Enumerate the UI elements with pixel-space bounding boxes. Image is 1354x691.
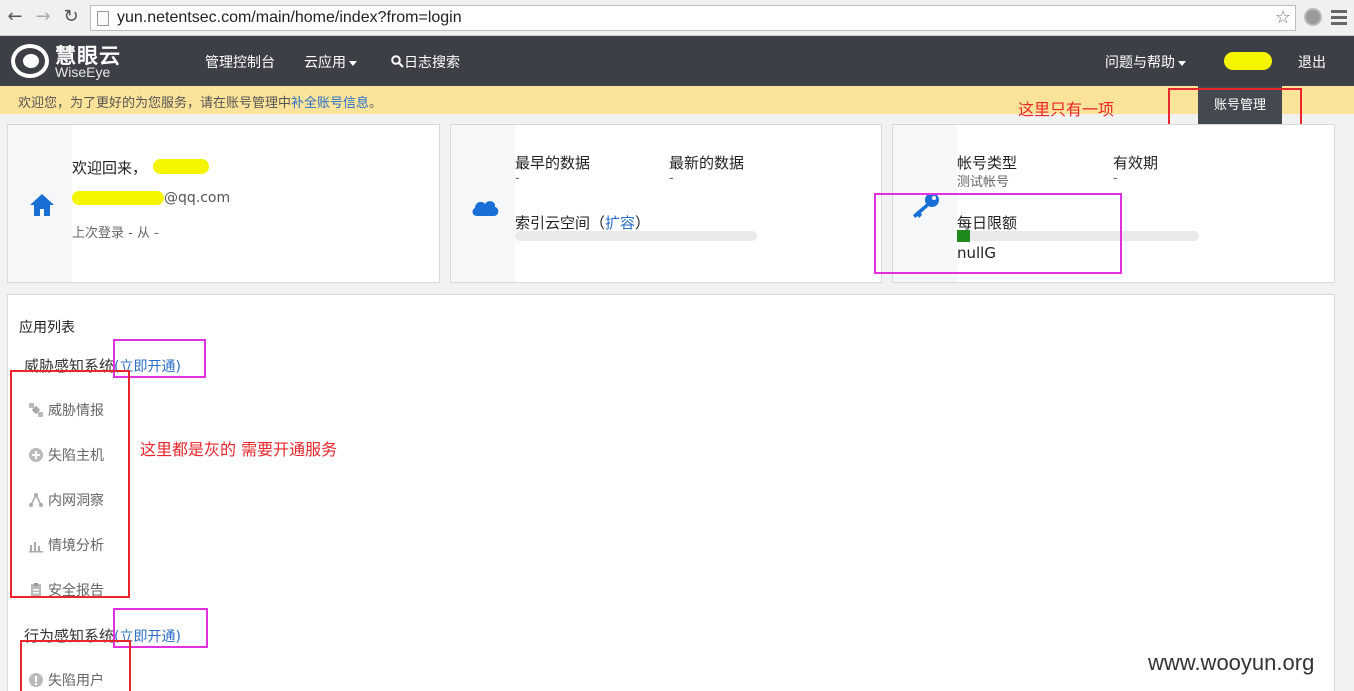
app-header: 慧眼云 WiseEye 管理控制台 云应用 日志搜索 问题与帮助 退出 [0,36,1354,86]
data-card: 最早的数据 - 最新的数据 - 索引云空间（扩容） [450,124,882,283]
account-type-label: 帐号类型 [957,154,1018,172]
notice-suffix: 。 [369,96,383,111]
chevron-down-icon [349,60,357,66]
browser-toolbar: ← → ↻ yun.netentsec.com/main/home/index?… [0,0,1354,36]
nav-log-search[interactable]: 日志搜索 [391,52,460,72]
validity-value: - [1113,171,1118,186]
page-icon [97,11,109,26]
annotation-box-quota [874,193,1122,274]
expand-space-link[interactable]: 扩容 [605,214,635,232]
bookmark-star-icon[interactable]: ☆ [1275,7,1291,28]
last-login-text: 上次登录 - 从 - [72,226,159,241]
complete-account-info-link[interactable]: 补全账号信息 [291,96,369,111]
notice-bar: 欢迎您，为了更好的为您服务，请在账号管理中补全账号信息。 [0,86,1354,114]
browser-menu-icon[interactable] [1331,10,1347,28]
chevron-down-icon [1178,60,1186,66]
globe-icon[interactable] [1304,8,1322,26]
wiseeye-logo-icon [11,44,49,78]
address-bar[interactable]: yun.netentsec.com/main/home/index?from=l… [90,5,1296,31]
app-list-title: 应用列表 [19,320,75,336]
annotation-box-compromised-user [20,640,131,691]
notice-text: 欢迎您，为了更好的为您服务，请在账号管理中补全账号信息。 [18,92,382,111]
latest-data-label: 最新的数据 [669,154,745,172]
validity-label: 有效期 [1113,154,1159,172]
cloud-icon [472,201,499,216]
earliest-data-value: - [515,171,520,186]
back-arrow-icon[interactable]: ← [4,6,26,28]
watermark: www.wooyun.org [1148,650,1315,675]
logout-link[interactable]: 退出 [1298,52,1326,72]
annotation-box-grey-items [10,370,130,598]
nav-cloud-apps[interactable]: 云应用 [304,52,357,72]
logo-subtitle: WiseEye [55,64,111,80]
welcome-text: 欢迎回来， [72,159,148,177]
annotation-grey-items: 这里都是灰的 需要开通服务 [140,440,338,459]
annotation-only-one: 这里只有一项 [1018,100,1115,119]
home-icon [30,194,54,216]
help-menu[interactable]: 问题与帮助 [1105,52,1186,72]
annotation-box-account [1168,88,1302,128]
index-space-text: 索引云空间（ [515,214,606,232]
url-text: yun.netentsec.com/main/home/index?from=l… [117,9,462,26]
account-type-value: 测试帐号 [957,175,1010,190]
index-space-close: ） [635,214,651,232]
latest-data-value: - [669,171,674,186]
index-space-label: 索引云空间（扩容） [515,212,650,233]
search-icon [391,55,404,68]
user-card: 欢迎回来， @qq.com 上次登录 - 从 - [7,124,440,283]
nav-cloud-apps-label: 云应用 [304,55,346,71]
forward-arrow-icon[interactable]: → [32,6,54,28]
username-redacted[interactable] [1224,52,1272,70]
index-space-progress [515,231,757,241]
nav-console[interactable]: 管理控制台 [205,52,275,72]
reload-icon[interactable]: ↻ [60,6,82,28]
username-redacted [153,159,209,174]
help-menu-label: 问题与帮助 [1105,55,1175,71]
nav-log-search-label: 日志搜索 [404,55,460,71]
email-redacted [72,191,164,205]
notice-message: 欢迎您，为了更好的为您服务，请在账号管理中 [18,96,292,111]
earliest-data-label: 最早的数据 [515,154,591,172]
email-suffix: @qq.com [164,190,231,206]
